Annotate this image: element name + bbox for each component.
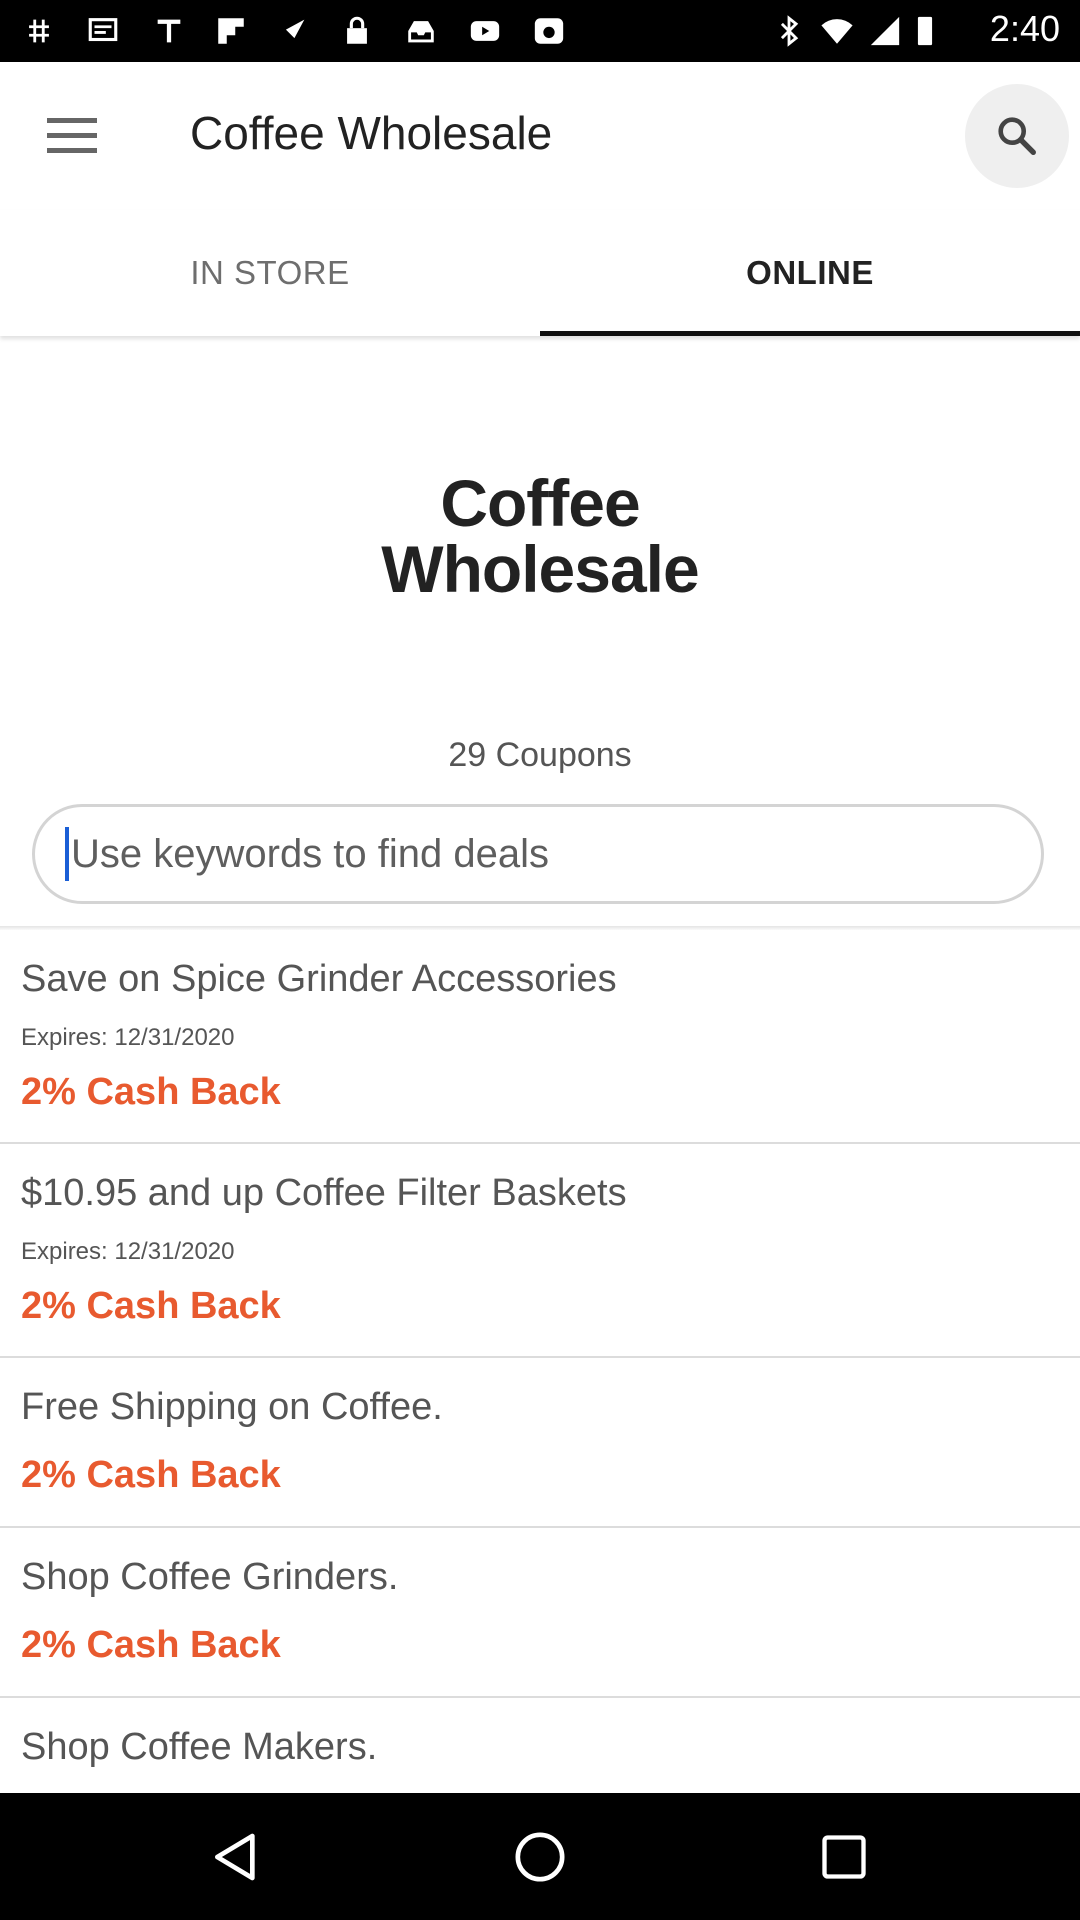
store-logo-line1: Coffee — [440, 466, 640, 540]
bluetooth-icon — [780, 15, 799, 47]
deal-title: Shop Coffee Makers. — [21, 1726, 378, 1768]
lock-icon — [347, 16, 367, 44]
deal-item[interactable]: Shop Coffee Grinders. 2% Cash Back — [0, 1528, 1080, 1698]
store-logo-line2: Wholesale — [381, 532, 699, 606]
deal-item[interactable]: Shop Coffee Makers. — [0, 1698, 1080, 1793]
battery-icon — [917, 16, 933, 46]
home-circle-icon — [515, 1832, 565, 1882]
inbox-icon — [408, 21, 434, 43]
hamburger-menu-icon — [47, 118, 97, 153]
search-button[interactable] — [965, 84, 1069, 188]
wifi-icon — [821, 19, 853, 44]
signal-icon — [870, 16, 900, 46]
hashtag-icon — [29, 19, 49, 43]
deal-cashback: 2% Cash Back — [21, 1071, 281, 1113]
deal-title: Shop Coffee Grinders. — [21, 1556, 399, 1598]
flipboard-icon — [218, 18, 244, 44]
text-icon — [157, 19, 181, 43]
deal-cashback: 2% Cash Back — [21, 1624, 281, 1666]
system-nav-bar — [0, 1793, 1080, 1920]
youtube-icon — [470, 21, 500, 41]
app-title: Coffee Wholesale — [190, 107, 553, 159]
recents-square-icon — [822, 1835, 866, 1879]
deal-search-input[interactable] — [69, 831, 1011, 877]
recents-button[interactable] — [804, 1817, 884, 1897]
deal-title: $10.95 and up Coffee Filter Baskets — [21, 1172, 627, 1214]
message-icon — [88, 18, 118, 42]
search-icon — [998, 117, 1036, 155]
fake-gps-icon — [281, 19, 305, 43]
tab-indicator — [540, 331, 1080, 336]
deal-item[interactable]: Save on Spice Grinder Accessories Expire… — [0, 930, 1080, 1144]
back-triangle-icon — [215, 1833, 255, 1881]
deal-title: Save on Spice Grinder Accessories — [21, 958, 617, 1000]
home-button[interactable] — [500, 1817, 580, 1897]
deal-title: Free Shipping on Coffee. — [21, 1386, 443, 1428]
coupon-count: 29 Coupons — [448, 736, 632, 774]
tab-online[interactable]: ONLINE — [540, 210, 1080, 336]
status-time: 2:40 — [989, 8, 1060, 49]
tab-in-store[interactable]: IN STORE — [0, 210, 540, 336]
back-button[interactable] — [196, 1817, 276, 1897]
store-logo: Coffee Wholesale — [0, 470, 1080, 602]
deal-search-field[interactable] — [32, 804, 1044, 904]
deal-expiry: Expires: 12/31/2020 — [21, 1238, 235, 1265]
menu-button[interactable] — [38, 102, 106, 170]
deal-item[interactable]: $10.95 and up Coffee Filter Baskets Expi… — [0, 1144, 1080, 1358]
app-bar: Coffee Wholesale — [0, 62, 1080, 210]
status-bar: 2:40 — [0, 0, 1080, 62]
deal-cashback: 2% Cash Back — [21, 1454, 281, 1496]
deal-expiry: Expires: 12/31/2020 — [21, 1024, 235, 1051]
camera-icon — [534, 18, 564, 44]
deal-item[interactable]: Free Shipping on Coffee. 2% Cash Back — [0, 1358, 1080, 1528]
deal-cashback: 2% Cash Back — [21, 1285, 281, 1327]
tab-bar: IN STORE ONLINE — [0, 210, 1080, 336]
